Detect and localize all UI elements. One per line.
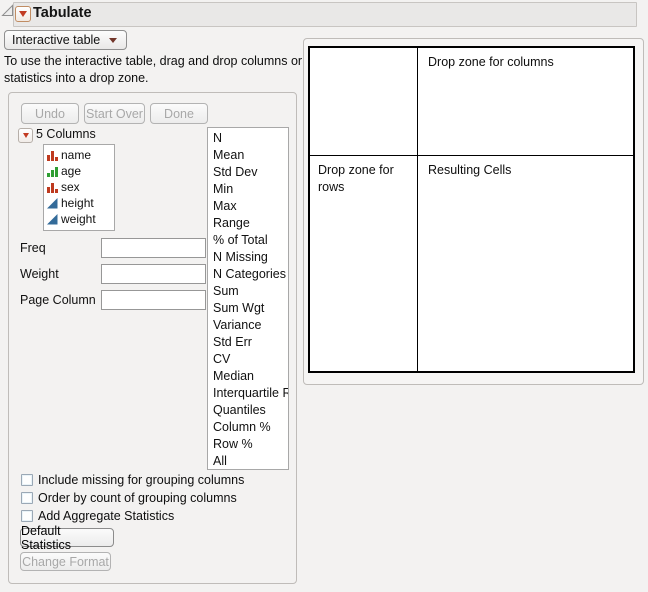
column-label: weight — [61, 212, 96, 226]
drop-zone-rows[interactable]: Drop zone for rows — [310, 156, 418, 371]
checkbox-row: Add Aggregate Statistics — [21, 508, 174, 523]
outline-title-bar[interactable] — [13, 2, 637, 27]
statistic-item[interactable]: Median — [208, 368, 288, 385]
statistic-item[interactable]: CV — [208, 351, 288, 368]
change-format-button[interactable]: Change Format — [20, 552, 111, 571]
corner-cell — [310, 48, 418, 156]
column-item[interactable]: name — [44, 147, 114, 163]
order-by-count-checkbox[interactable] — [21, 492, 33, 504]
statistic-item[interactable]: Quantiles — [208, 402, 288, 419]
column-label: age — [61, 164, 81, 178]
statistic-item[interactable]: N Missing — [208, 249, 288, 266]
columns-red-triangle-icon[interactable] — [18, 128, 33, 143]
statistic-item[interactable]: Range — [208, 215, 288, 232]
column-label: sex — [61, 180, 80, 194]
undo-button[interactable]: Undo — [21, 103, 79, 124]
statistic-item[interactable]: All — [208, 453, 288, 470]
nominal-column-icon — [47, 182, 58, 193]
statistics-listbox: N Mean Std Dev Min Max Range % of Total … — [207, 127, 289, 470]
statistic-item[interactable]: Sum Wgt — [208, 300, 288, 317]
add-aggregate-checkbox[interactable] — [21, 510, 33, 522]
checkbox-label: Include missing for grouping columns — [38, 473, 244, 487]
weight-label: Weight — [20, 267, 59, 281]
red-triangle-menu-icon[interactable] — [15, 6, 31, 22]
statistic-item[interactable]: Max — [208, 198, 288, 215]
drop-zone-columns[interactable]: Drop zone for columns — [418, 48, 633, 156]
column-item[interactable]: sex — [44, 179, 114, 195]
include-missing-checkbox[interactable] — [21, 474, 33, 486]
column-item[interactable]: age — [44, 163, 114, 179]
page-column-label: Page Column — [20, 293, 96, 307]
checkbox-label: Order by count of grouping columns — [38, 491, 237, 505]
continuous-column-icon — [47, 198, 58, 209]
continuous-column-icon — [47, 214, 58, 225]
done-button[interactable]: Done — [150, 103, 208, 124]
page-title: Tabulate — [33, 5, 92, 21]
statistic-item[interactable]: Column % — [208, 419, 288, 436]
default-statistics-button[interactable]: Default Statistics — [20, 528, 114, 547]
freq-label: Freq — [20, 241, 46, 255]
column-label: name — [61, 148, 91, 162]
statistic-item[interactable]: Interquartile Ra — [208, 385, 288, 402]
weight-input[interactable] — [101, 264, 206, 284]
instruction-text: To use the interactive table, drag and d… — [4, 53, 308, 87]
resulting-cells-zone[interactable]: Resulting Cells — [418, 156, 633, 371]
checkbox-label: Add Aggregate Statistics — [38, 509, 174, 523]
column-item[interactable]: height — [44, 195, 114, 211]
chevron-down-icon — [109, 38, 117, 43]
statistic-item[interactable]: Variance — [208, 317, 288, 334]
statistic-item[interactable]: N Categories — [208, 266, 288, 283]
statistic-item[interactable]: N — [208, 130, 288, 147]
checkbox-row: Include missing for grouping columns — [21, 472, 244, 487]
outline-collapse-icon[interactable] — [1, 4, 14, 17]
column-item[interactable]: weight — [44, 211, 114, 227]
columns-list-header: 5 Columns — [36, 127, 96, 141]
drop-zone-table: Drop zone for columns Drop zone for rows… — [308, 46, 635, 373]
interactive-table-dropdown[interactable]: Interactive table — [4, 30, 127, 50]
interactive-table-label: Interactive table — [12, 33, 100, 47]
statistic-item[interactable]: Mean — [208, 147, 288, 164]
statistic-item[interactable]: Sum — [208, 283, 288, 300]
statistic-item[interactable]: Std Err — [208, 334, 288, 351]
statistic-item[interactable]: Min — [208, 181, 288, 198]
freq-input[interactable] — [101, 238, 206, 258]
start-over-button[interactable]: Start Over — [84, 103, 145, 124]
statistic-item[interactable]: Std Dev — [208, 164, 288, 181]
ordinal-column-icon — [47, 166, 58, 177]
checkbox-row: Order by count of grouping columns — [21, 490, 237, 505]
columns-listbox: name age sex height weight — [43, 144, 115, 231]
drop-zone-panel: Drop zone for columns Drop zone for rows… — [303, 38, 644, 385]
statistic-item[interactable]: % of Total — [208, 232, 288, 249]
statistic-item[interactable]: Row % — [208, 436, 288, 453]
nominal-column-icon — [47, 150, 58, 161]
page-column-input[interactable] — [101, 290, 206, 310]
column-label: height — [61, 196, 94, 210]
